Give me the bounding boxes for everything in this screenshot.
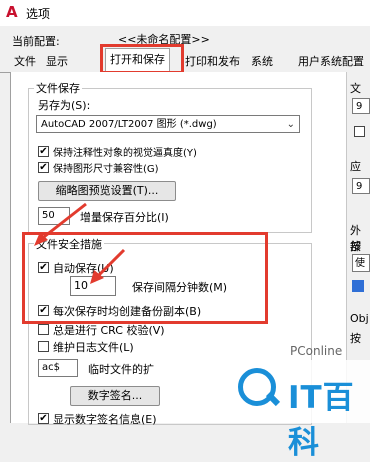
tab-highlight-box bbox=[100, 44, 184, 74]
crc-label: 总是进行 CRC 校验(V) bbox=[53, 324, 165, 337]
log-file-label: 维护日志文件(L) bbox=[53, 341, 134, 354]
right-item-10: 按 bbox=[350, 332, 361, 345]
show-signature-label: 显示数字签名信息(E) bbox=[53, 413, 157, 426]
watermark-text: IT百科 bbox=[288, 380, 355, 461]
incremental-save-label: 增量保存百分比(I) bbox=[80, 211, 169, 224]
right-input-1[interactable]: 9 bbox=[352, 98, 370, 114]
watermark-brand: PConline bbox=[290, 344, 343, 358]
arrow-icon bbox=[34, 202, 87, 246]
arrow-icon-2 bbox=[90, 248, 126, 284]
window-title: 选项 bbox=[26, 7, 51, 21]
right-checkbox[interactable] bbox=[354, 126, 365, 137]
tab-plot-and-publish[interactable]: 打印和发布 bbox=[185, 53, 240, 70]
temp-ext-label: 临时文件的扩 bbox=[88, 363, 154, 376]
log-file-checkbox[interactable] bbox=[38, 341, 49, 352]
tab-system[interactable]: 系统 bbox=[251, 53, 273, 70]
right-input-2[interactable]: 9 bbox=[352, 178, 370, 194]
right-item-9: Obj bbox=[350, 312, 369, 325]
title-bar bbox=[0, 0, 370, 26]
tab-display[interactable]: 显示 bbox=[46, 53, 68, 70]
current-profile-label: 当前配置: bbox=[12, 35, 60, 48]
digital-signature-button[interactable]: 数字签名... bbox=[70, 386, 160, 406]
save-as-label: 另存为(S): bbox=[38, 99, 91, 112]
right-item-3: 应 bbox=[350, 160, 361, 173]
right-item-1: 文 bbox=[350, 82, 361, 95]
right-item-6: 按 bbox=[350, 240, 361, 253]
tab-files[interactable]: 文件 bbox=[14, 53, 36, 70]
keep-annotative-checkbox[interactable]: ✔ bbox=[38, 146, 49, 157]
right-select[interactable]: 使 bbox=[352, 254, 370, 272]
keep-annotative-label: 保持注释性对象的视觉逼真度(Y) bbox=[53, 148, 197, 159]
keep-drawing-size-checkbox[interactable]: ✔ bbox=[38, 162, 49, 173]
thumbnail-settings-button[interactable]: 缩略图预览设置(T)... bbox=[38, 181, 176, 201]
save-as-value: AutoCAD 2007/LT2007 图形 (*.dwg) bbox=[41, 119, 217, 130]
chevron-down-icon: ⌄ bbox=[286, 119, 295, 130]
show-signature-checkbox[interactable]: ✔ bbox=[38, 413, 49, 424]
keep-drawing-size-label: 保持图形尺寸兼容性(G) bbox=[53, 164, 159, 175]
colorbar-icon bbox=[352, 280, 364, 292]
temp-ext-input[interactable]: ac$ bbox=[38, 359, 78, 377]
file-save-title: 文件保存 bbox=[34, 80, 82, 96]
save-as-select[interactable]: AutoCAD 2007/LT2007 图形 (*.dwg) ⌄ bbox=[36, 115, 300, 133]
crc-checkbox[interactable] bbox=[38, 324, 49, 335]
autocad-logo-icon: A bbox=[6, 3, 18, 21]
tab-user-preferences[interactable]: 用户系统配置 bbox=[298, 53, 364, 70]
